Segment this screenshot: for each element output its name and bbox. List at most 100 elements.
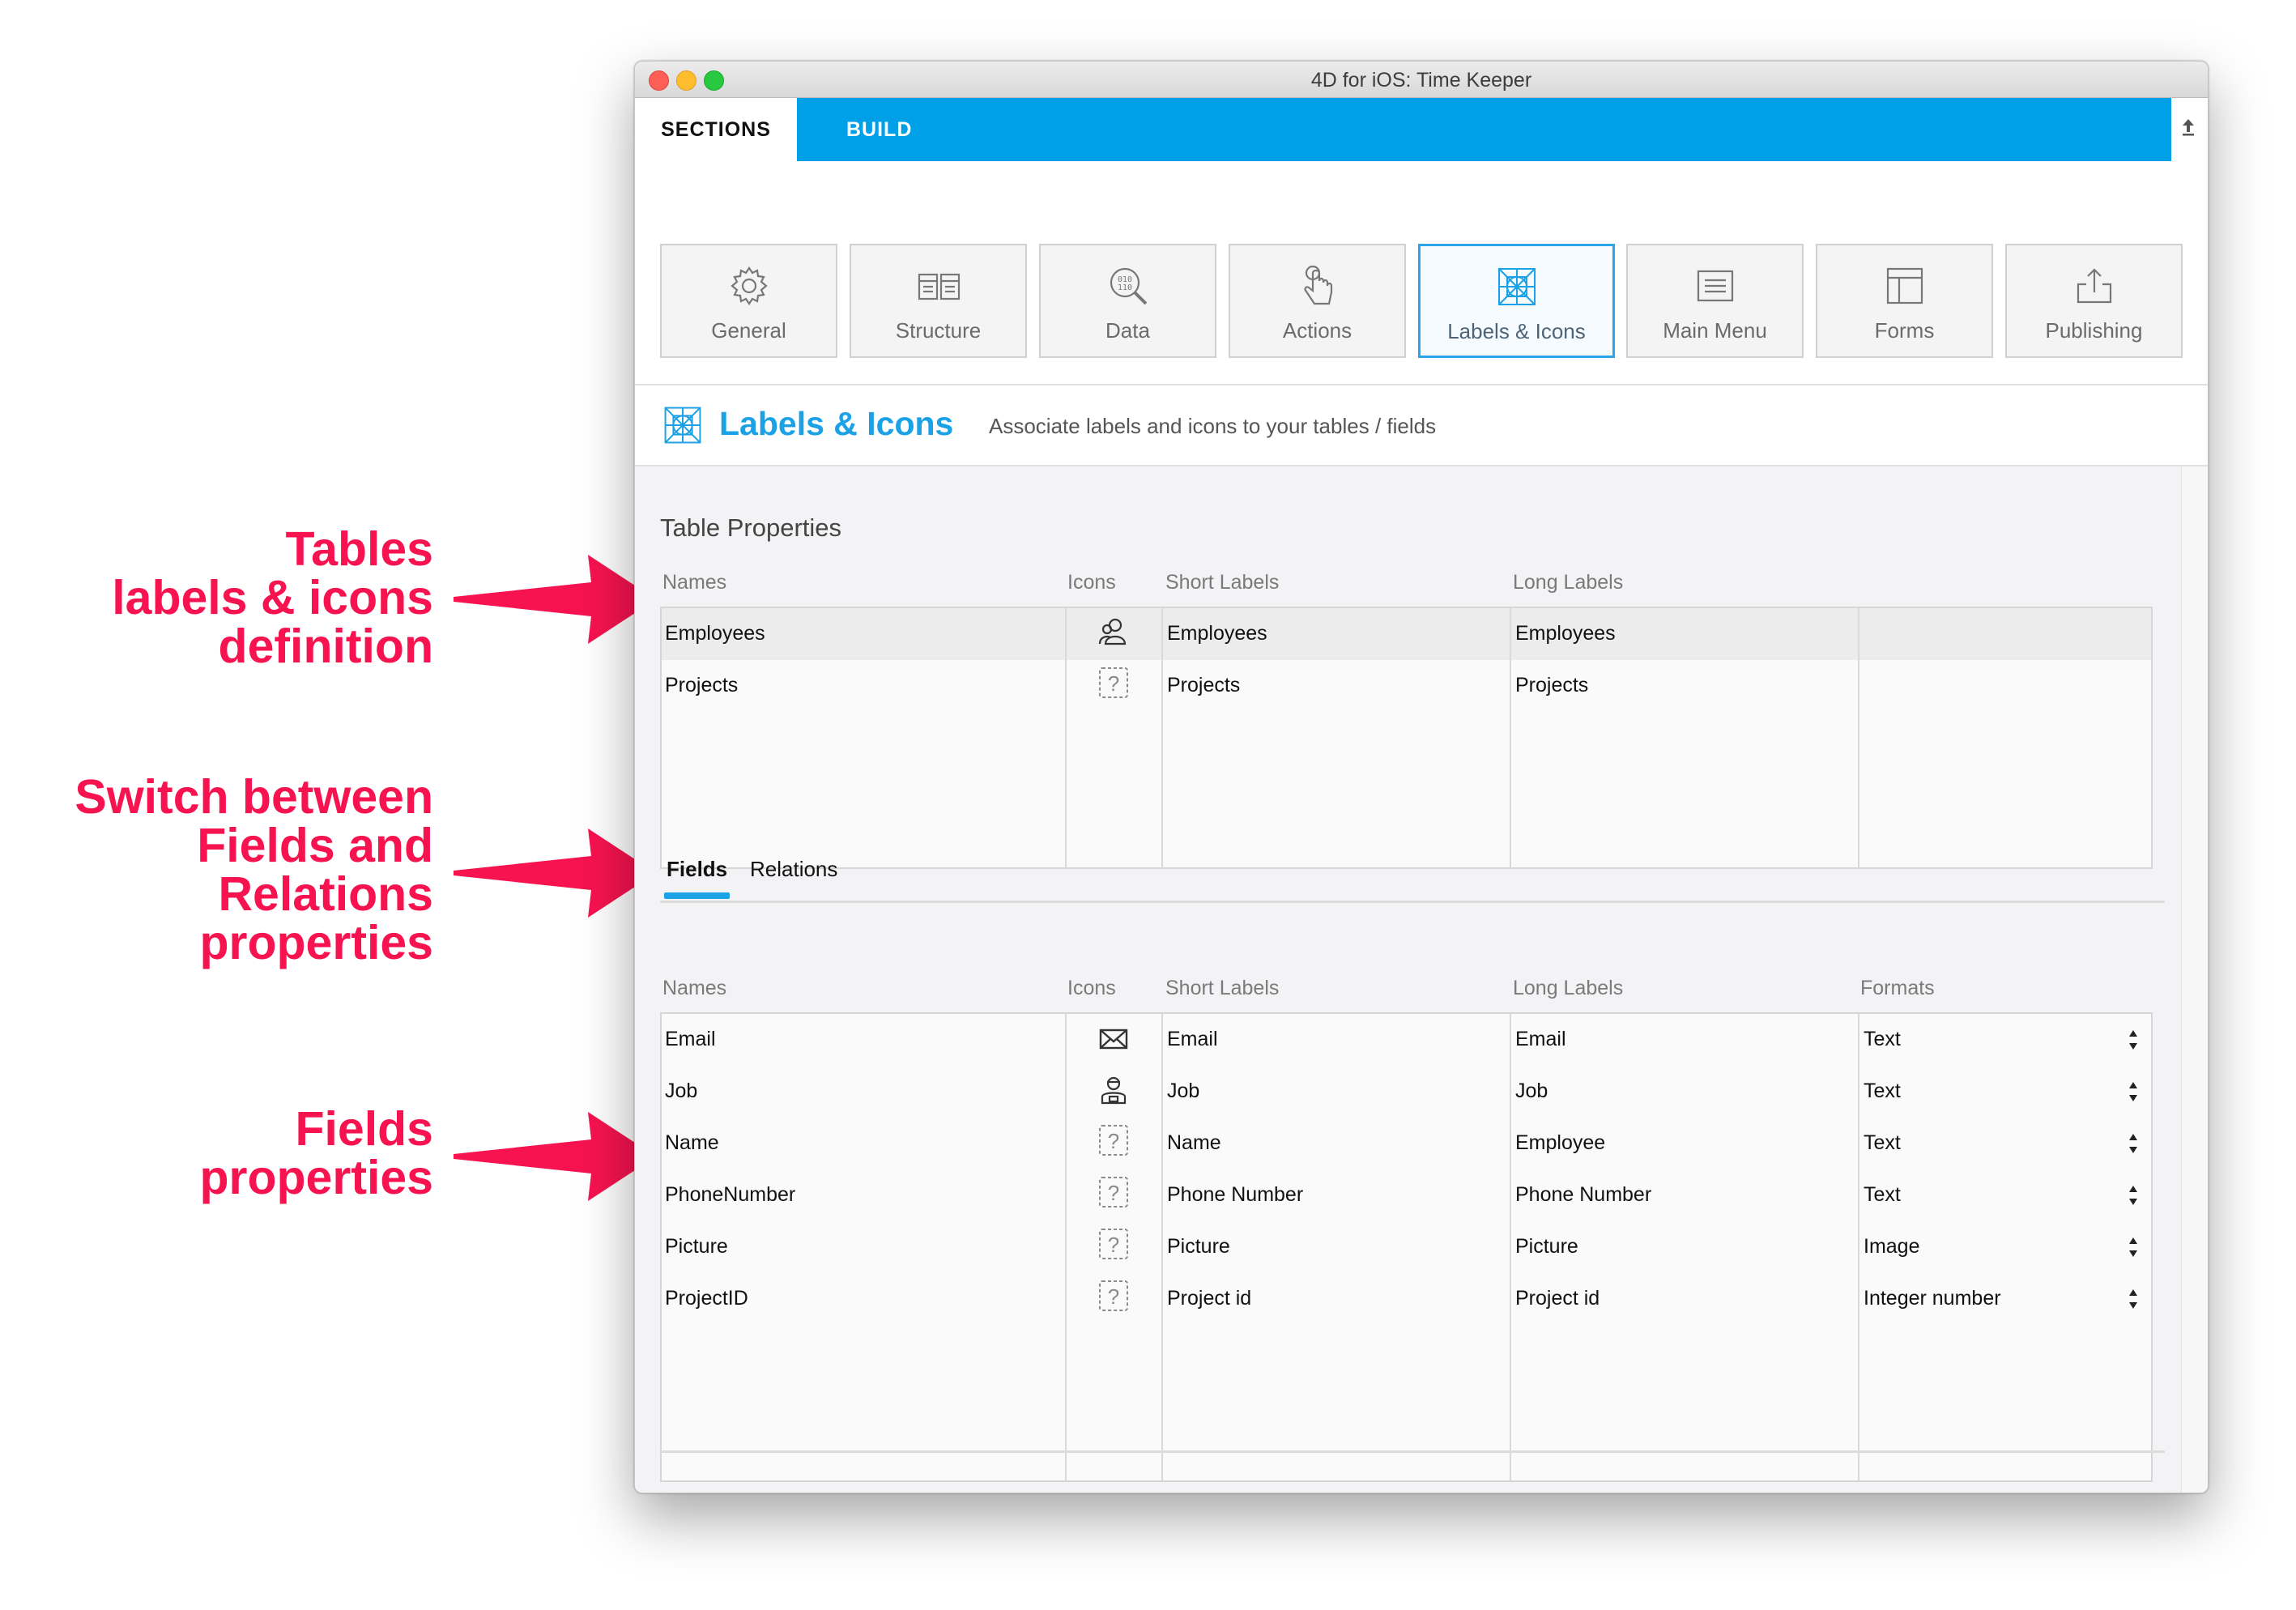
- field-long-label[interactable]: Employee: [1515, 1131, 1605, 1155]
- field-row[interactable]: [662, 1014, 2151, 1066]
- field-short-label[interactable]: Name: [1167, 1131, 1221, 1155]
- field-format[interactable]: Image: [1864, 1235, 1919, 1259]
- field-row[interactable]: [662, 1169, 2151, 1221]
- main-tabbar: SECTIONS BUILD: [635, 98, 2208, 161]
- annotation-switch: Switch between Fields and Relations prop…: [75, 773, 433, 967]
- annotation-line: Fields and: [197, 819, 433, 872]
- field-format[interactable]: Text: [1864, 1028, 1901, 1051]
- field-name[interactable]: Name: [665, 1131, 719, 1155]
- divider: [660, 901, 2165, 903]
- section-label: Publishing: [2045, 318, 2143, 343]
- title-bar: 4D for iOS: Time Keeper: [635, 62, 2208, 98]
- field-short-label[interactable]: Phone Number: [1167, 1183, 1303, 1207]
- field-name[interactable]: Job: [665, 1080, 697, 1103]
- annotation-line: Fields: [295, 1102, 434, 1156]
- svg-text:?: ?: [1108, 671, 1119, 696]
- section-label: Labels & Icons: [1447, 319, 1586, 343]
- section-data-button[interactable]: 010 110 Data: [1039, 244, 1216, 358]
- section-structure-button[interactable]: Structure: [850, 244, 1027, 358]
- section-publishing-button[interactable]: Publishing: [2005, 244, 2183, 358]
- table-short-label[interactable]: Projects: [1167, 674, 1240, 697]
- tab-fields[interactable]: Fields: [667, 857, 727, 882]
- table-long-label[interactable]: Projects: [1515, 674, 1588, 697]
- question-icon[interactable]: ?: [1097, 1228, 1130, 1260]
- upload-icon[interactable]: [2180, 114, 2196, 138]
- updown-arrows-icon[interactable]: [2128, 1185, 2138, 1206]
- table-name[interactable]: Projects: [665, 674, 738, 697]
- column-header-formats: Formats: [1860, 977, 1935, 999]
- field-row[interactable]: [662, 1066, 2151, 1118]
- annotation-line: Tables: [285, 522, 433, 576]
- field-format[interactable]: Text: [1864, 1131, 1901, 1155]
- menu-icon: [1697, 270, 1733, 302]
- question-icon[interactable]: ?: [1097, 1280, 1130, 1312]
- field-format[interactable]: Integer number: [1864, 1287, 2001, 1310]
- section-main-menu-button[interactable]: Main Menu: [1626, 244, 1804, 358]
- column-header-icons: Icons: [1067, 977, 1116, 999]
- table-short-label[interactable]: Employees: [1167, 622, 1267, 645]
- labels-icons-icon: [664, 407, 701, 444]
- annotation-line: definition: [218, 620, 433, 673]
- field-row[interactable]: [662, 1221, 2151, 1273]
- annotation-tables: Tables labels & icons definition: [112, 525, 433, 671]
- field-name[interactable]: ProjectID: [665, 1287, 748, 1310]
- table-row[interactable]: [662, 608, 2151, 660]
- field-name[interactable]: Email: [665, 1028, 716, 1051]
- tab-build[interactable]: BUILD: [797, 98, 2171, 161]
- column-divider: [1858, 608, 1859, 867]
- envelope-icon[interactable]: [1097, 1022, 1130, 1054]
- field-short-label[interactable]: Project id: [1167, 1287, 1251, 1310]
- updown-arrows-icon[interactable]: [2128, 1288, 2138, 1310]
- tab-sections[interactable]: SECTIONS: [635, 98, 797, 161]
- field-format[interactable]: Text: [1864, 1183, 1901, 1207]
- section-label: Structure: [895, 318, 982, 343]
- window-title: 4D for iOS: Time Keeper: [1310, 69, 1532, 92]
- column-header-icons: Icons: [1067, 571, 1116, 594]
- gear-icon: [730, 266, 768, 305]
- table-row[interactable]: [662, 660, 2151, 712]
- section-general-button[interactable]: General: [660, 244, 837, 358]
- section-labels-icons-button[interactable]: Labels & Icons: [1418, 244, 1615, 358]
- field-name[interactable]: PhoneNumber: [665, 1183, 795, 1207]
- tab-build-label: BUILD: [846, 118, 913, 141]
- field-long-label[interactable]: Picture: [1515, 1235, 1578, 1259]
- tab-relations[interactable]: Relations: [750, 857, 837, 882]
- app-window: 4D for iOS: Time Keeper SECTIONS BUILD G…: [634, 61, 2209, 1493]
- worker-icon[interactable]: [1097, 1074, 1130, 1106]
- updown-arrows-icon[interactable]: [2128, 1133, 2138, 1154]
- annotation-line: Switch between: [75, 770, 433, 824]
- updown-arrows-icon[interactable]: [2128, 1081, 2138, 1102]
- question-icon[interactable]: ?: [1097, 1176, 1130, 1208]
- table-properties-title: Table Properties: [660, 513, 842, 542]
- question-icon[interactable]: ?: [1097, 667, 1130, 699]
- field-long-label[interactable]: Email: [1515, 1028, 1566, 1051]
- field-format[interactable]: Text: [1864, 1080, 1901, 1103]
- section-actions-button[interactable]: Actions: [1229, 244, 1406, 358]
- field-short-label[interactable]: Job: [1167, 1080, 1199, 1103]
- updown-arrows-icon[interactable]: [2128, 1029, 2138, 1050]
- annotation-line: properties: [199, 1151, 433, 1204]
- svg-text:110: 110: [1117, 283, 1131, 292]
- field-name[interactable]: Picture: [665, 1235, 728, 1259]
- scrollbar[interactable]: [2181, 466, 2208, 1493]
- table-long-label[interactable]: Employees: [1515, 622, 1616, 645]
- field-short-label[interactable]: Email: [1167, 1028, 1218, 1051]
- svg-text:?: ?: [1108, 1129, 1119, 1153]
- field-row[interactable]: [662, 1118, 2151, 1169]
- section-label: Main Menu: [1663, 318, 1767, 343]
- field-long-label[interactable]: Project id: [1515, 1287, 1600, 1310]
- field-long-label[interactable]: Job: [1515, 1080, 1548, 1103]
- tables-grid: Employees Employees Employees Projects ?…: [660, 607, 2153, 869]
- annotation-line: properties: [199, 916, 433, 969]
- annotation-line: Relations: [218, 867, 433, 921]
- column-header-long-labels: Long Labels: [1513, 571, 1624, 594]
- arrow-icon: [454, 828, 656, 918]
- question-icon[interactable]: ?: [1097, 1124, 1130, 1156]
- arrow-icon: [454, 555, 656, 644]
- field-long-label[interactable]: Phone Number: [1515, 1183, 1651, 1207]
- people-icon[interactable]: [1097, 616, 1130, 649]
- section-forms-button[interactable]: Forms: [1816, 244, 1993, 358]
- updown-arrows-icon[interactable]: [2128, 1237, 2138, 1258]
- table-name[interactable]: Employees: [665, 622, 765, 645]
- field-short-label[interactable]: Picture: [1167, 1235, 1230, 1259]
